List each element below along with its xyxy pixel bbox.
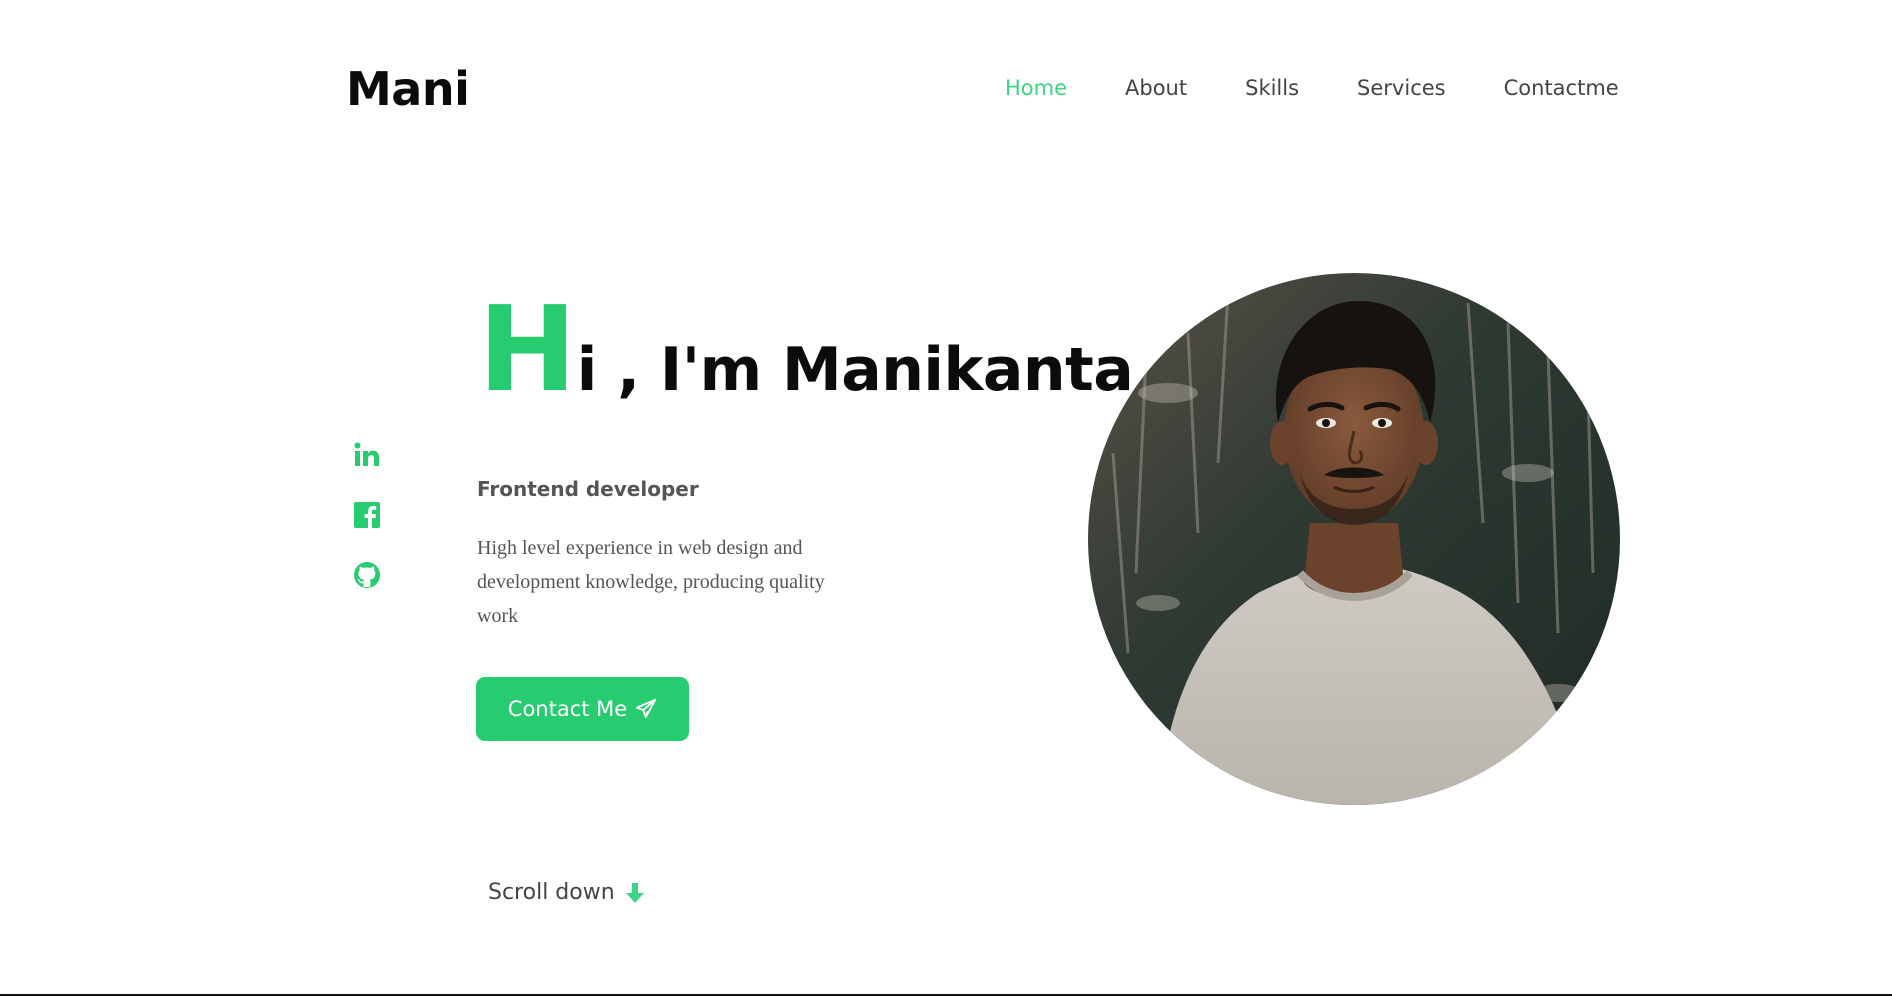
hero-title-rest: i , I'm Manikanta (576, 335, 1134, 405)
nav-item-services[interactable]: Services (1357, 76, 1446, 100)
page: Mani Home About Skills Services Contactm… (0, 0, 1892, 996)
hero-role: Frontend developer (477, 477, 699, 501)
facebook-icon[interactable] (352, 500, 382, 530)
arrow-down-icon (623, 881, 647, 905)
logo[interactable]: Mani (346, 62, 470, 116)
contact-me-button[interactable]: Contact Me (476, 677, 689, 741)
nav-item-contactme[interactable]: Contactme (1504, 76, 1619, 100)
github-icon[interactable] (352, 560, 382, 590)
contact-me-label: Contact Me (507, 697, 628, 721)
hero-title-initial: H (478, 280, 577, 418)
social-links (352, 440, 384, 620)
hero-description: High level experience in web design and … (477, 537, 825, 627)
nav-item-home[interactable]: Home (1005, 76, 1067, 100)
paper-plane-icon (635, 698, 657, 720)
nav-item-about[interactable]: About (1125, 76, 1187, 100)
main-nav: Home About Skills Services Contactme (1005, 76, 1619, 100)
nav-item-skills[interactable]: Skills (1245, 76, 1299, 100)
linkedin-icon[interactable] (352, 440, 382, 470)
profile-photo (1088, 273, 1620, 805)
scroll-down-link[interactable]: Scroll down (488, 880, 647, 905)
hero-title: Hi , I'm Manikanta (478, 290, 1134, 408)
scroll-down-label: Scroll down (488, 880, 615, 905)
